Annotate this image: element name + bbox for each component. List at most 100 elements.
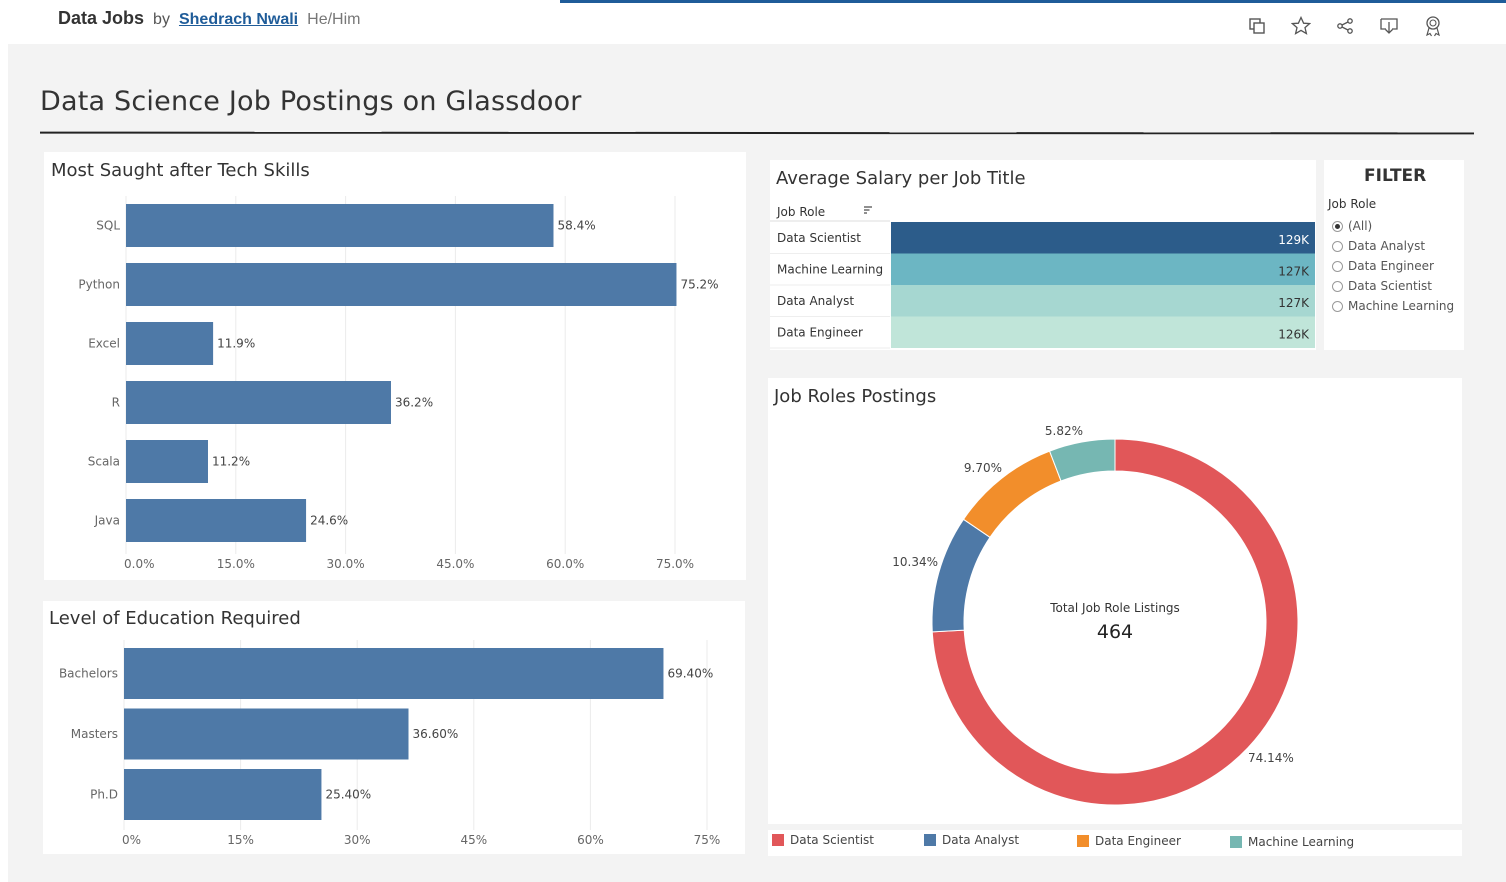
x-tick-label: 75.0% [656, 557, 694, 571]
x-tick-label: 15.0% [217, 557, 255, 571]
salary-value-label: 127K [1278, 264, 1310, 278]
slice-value-label: 9.70% [964, 461, 1002, 475]
x-tick-label: 0.0% [124, 557, 155, 571]
category-label: Excel [88, 337, 120, 351]
postings-legend: Data Scientist Data Analyst Data Enginee… [768, 830, 1462, 856]
skills-bar-chart: 0.0% 15.0% 30.0% 45.0% 60.0% 75.0% SQL 58.4% Pyt… [78, 196, 719, 571]
category-label: Python [78, 278, 120, 292]
bar-value-label: 69.40% [667, 667, 713, 681]
filter-option-data-engineer[interactable]: Data Engineer [1332, 259, 1434, 273]
salary-cell-data-analyst [891, 285, 1315, 317]
x-tick-label: 75% [694, 833, 721, 847]
salary-table: Job Role Data Scientist 129K Machine Learni… [770, 205, 1315, 349]
category-label: Bachelors [59, 667, 118, 681]
category-label: Ph.D [90, 788, 118, 802]
salary-cell-data-scientist [891, 222, 1315, 254]
bar-bachelors [124, 648, 664, 699]
bar-value-label: 11.2% [212, 455, 250, 469]
download-icon[interactable] [1377, 14, 1401, 38]
salary-panel: Average Salary per Job Title Job Role Dat… [770, 160, 1316, 350]
share-icon[interactable] [1333, 14, 1357, 38]
filter-label: Job Role [1328, 197, 1377, 211]
filter-title: FILTER [1364, 166, 1427, 186]
workbook-title: Data Jobs [58, 8, 145, 28]
bar-value-label: 25.40% [325, 788, 371, 802]
column-header-job-role: Job Role [776, 205, 825, 219]
filter-option-all[interactable]: (All) [1332, 219, 1372, 233]
bar-python [126, 263, 677, 306]
bar-ph-d [124, 769, 322, 820]
bar-r [126, 381, 391, 424]
by-label: by [153, 11, 170, 28]
legend-data-engineer[interactable]: Data Engineer [1077, 834, 1181, 848]
radio-selected-icon [1332, 220, 1343, 232]
slice-value-label: 5.82% [1045, 424, 1083, 438]
postings-donut-chart: 74.14% 10.34% 9.70% 5.82% Total Job Role Lis… [892, 424, 1299, 806]
donut-slice-machine-learning [1048, 438, 1116, 482]
legend-data-scientist[interactable]: Data Scientist [772, 833, 874, 847]
radio-icon [1332, 240, 1343, 252]
sort-icon [864, 206, 872, 214]
row-label: Data Analyst [777, 294, 854, 308]
row-label: Data Engineer [777, 325, 863, 339]
star-icon[interactable] [1289, 14, 1313, 38]
x-tick-label: 30% [344, 833, 371, 847]
salary-value-label: 129K [1278, 233, 1310, 247]
x-tick-label: 45.0% [436, 557, 474, 571]
bar-value-label: 24.6% [310, 514, 348, 528]
radio-icon [1332, 280, 1343, 292]
category-label: Java [94, 514, 120, 528]
author-pronouns: He/Him [307, 11, 361, 28]
x-tick-label: 30.0% [327, 557, 365, 571]
salary-cell-machine-learning [891, 253, 1315, 285]
workbook-title-line: Data Jobs by Shedrach Nwali He/Him [58, 8, 360, 29]
salary-value-label: 126K [1278, 327, 1310, 341]
copy-icon[interactable] [1245, 14, 1269, 38]
radio-icon [1332, 260, 1343, 272]
top-bar: Data Jobs by Shedrach Nwali He/Him [0, 0, 1506, 44]
postings-panel: Job Roles Postings 74.14% 10.34% 9.70% 5.82… [768, 378, 1462, 824]
education-bar-chart: 0% 15% 30% 45% 60% 75% Bachelors 69.40% Masters 3… [59, 640, 721, 847]
badge-icon[interactable] [1421, 14, 1445, 38]
salary-value-label: 127K [1278, 296, 1310, 310]
legend-swatch [772, 834, 784, 846]
bar-excel [126, 322, 214, 365]
row-label: Data Scientist [777, 231, 861, 245]
filter-option-data-analyst[interactable]: Data Analyst [1332, 239, 1425, 253]
category-label: Scala [88, 455, 120, 469]
salary-cell-data-engineer [891, 316, 1315, 348]
category-label: Masters [71, 727, 118, 741]
bar-value-label: 36.2% [395, 396, 433, 410]
dashboard-title: Data Science Job Postings on Glassdoor [40, 86, 582, 117]
bar-value-label: 75.2% [680, 278, 718, 292]
bar-masters [124, 708, 409, 760]
x-tick-label: 60.0% [546, 557, 584, 571]
education-panel: Level of Education Required 0% 15% 30% 45% 6… [43, 601, 745, 854]
filter-option-data-scientist[interactable]: Data Scientist [1332, 279, 1432, 293]
filter-panel: FILTER Job Role (All) Data Analyst Data … [1324, 160, 1464, 350]
legend-machine-learning[interactable]: Machine Learning [1230, 835, 1354, 849]
category-label: SQL [96, 219, 120, 233]
legend-swatch [924, 834, 936, 846]
donut-slice-data-analyst [931, 518, 991, 633]
bar-java [126, 499, 307, 542]
filter-option-machine-learning[interactable]: Machine Learning [1332, 299, 1454, 313]
x-tick-label: 0% [122, 833, 141, 847]
x-tick-label: 60% [577, 833, 604, 847]
bar-sql [126, 204, 554, 247]
x-tick-label: 15% [227, 833, 254, 847]
donut-center-value: 464 [1097, 621, 1133, 643]
author-link[interactable]: Shedrach Nwali [179, 11, 298, 28]
x-tick-label: 45% [460, 833, 487, 847]
legend-data-analyst[interactable]: Data Analyst [924, 833, 1019, 847]
skills-panel: Most Saught after Tech Skills 0.0% 15.0% 3… [44, 152, 746, 580]
category-label: R [112, 396, 120, 410]
legend-swatch [1230, 836, 1242, 848]
radio-icon [1332, 300, 1343, 312]
slice-value-label: 10.34% [892, 555, 938, 569]
bar-scala [126, 440, 208, 483]
row-label: Machine Learning [777, 262, 883, 276]
donut-center-label: Total Job Role Listings [1049, 601, 1180, 615]
top-accent-line [560, 0, 1506, 3]
legend-swatch [1077, 835, 1089, 847]
